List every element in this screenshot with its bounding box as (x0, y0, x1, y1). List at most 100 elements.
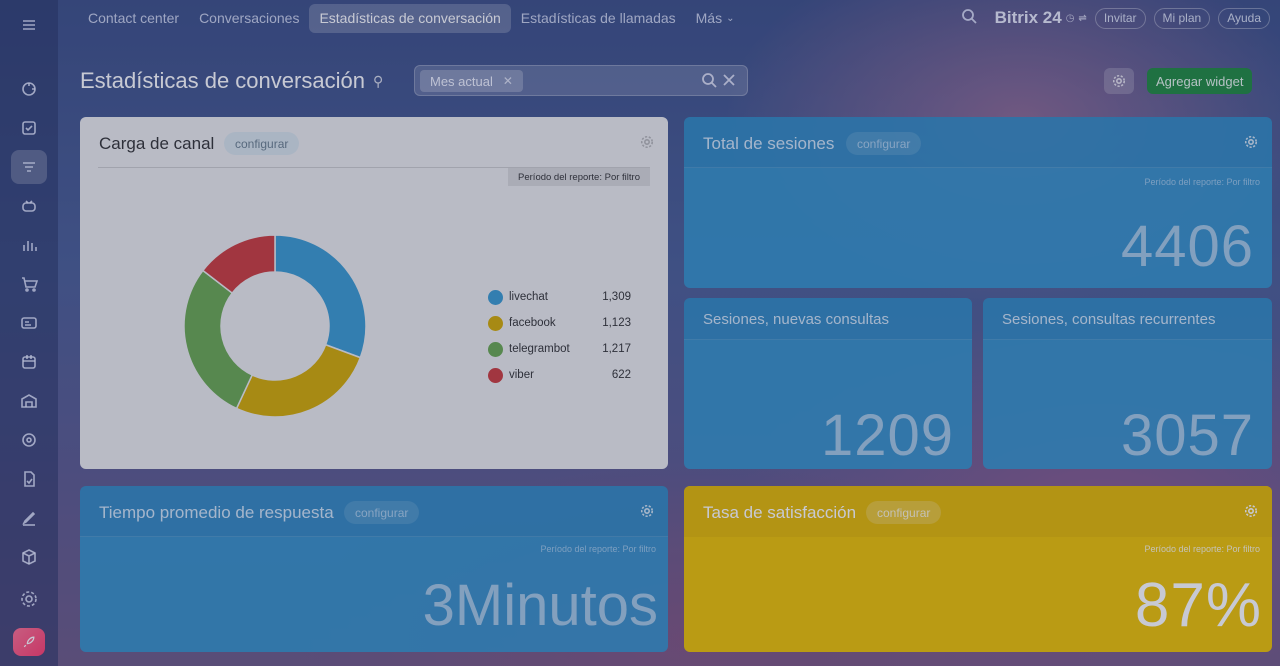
header-right: Bitrix 24 ◷ ⇌ Invitar Mi plan Ayuda (961, 6, 1270, 30)
donut-chart (183, 234, 367, 418)
add-widget-button[interactable]: Agregar widget (1147, 68, 1253, 94)
widget-title: Tiempo promedio de respuesta (99, 503, 334, 522)
legend-value: 1,217 (602, 343, 631, 355)
configure-button[interactable]: configurar (344, 501, 420, 524)
widget-title: Total de sesiones (703, 134, 835, 153)
left-sidebar (0, 0, 58, 666)
metric-value: 3Minutos (422, 573, 658, 638)
chevron-down-icon: ⌄ (726, 12, 735, 24)
pin-icon[interactable]: ⚲ (373, 73, 383, 90)
repeat-sessions-widget: Sesiones, consultas recurrentes 3057 (983, 298, 1272, 469)
legend-value: 1,309 (602, 291, 631, 303)
widget-header: Tasa de satisfacción configurar (684, 486, 1272, 537)
widget-title: Sesiones, consultas recurrentes (1002, 311, 1216, 328)
widget-title: Carga de canal (99, 134, 215, 153)
configure-button[interactable]: configurar (846, 132, 922, 155)
filter-tag[interactable]: Mes actual ✕ (420, 70, 523, 92)
remove-tag-icon[interactable]: ✕ (503, 74, 513, 88)
legend-value: 622 (611, 369, 631, 381)
total-sessions-widget: Total de sesiones configurar Período del… (684, 117, 1272, 288)
widget-title: Sesiones, nuevas consultas (703, 311, 889, 328)
legend-label: livechat (509, 291, 548, 303)
filter-bar[interactable]: Mes actual ✕ (414, 65, 748, 96)
satisfaction-widget: Tasa de satisfacción configurar Período … (684, 486, 1272, 652)
widget-header: Sesiones, consultas recurrentes (983, 298, 1272, 340)
gear-icon (1112, 74, 1126, 88)
search-icon[interactable] (961, 8, 977, 29)
avg-response-widget: Tiempo promedio de respuesta configurar … (80, 486, 668, 652)
settings-icon[interactable] (11, 582, 47, 616)
analytics-icon[interactable] (11, 228, 47, 262)
configure-button[interactable]: configurar (224, 132, 300, 155)
page-title: Estadísticas de conversación ⚲ (80, 68, 383, 94)
tab-call-stats[interactable]: Estadísticas de llamadas (511, 4, 686, 33)
page-title-text: Estadísticas de conversación (80, 68, 365, 93)
legend-swatch (488, 367, 503, 383)
chart-legend: livechat 1,309 facebook 1,123 telegrambo… (488, 284, 631, 388)
sliders-icon: ⇌ (1078, 12, 1087, 24)
report-period: Período del reporte: Por filtro (540, 544, 656, 554)
warehouse-icon[interactable] (11, 384, 47, 418)
metric-value: 3057 (1120, 403, 1254, 468)
metric-value: 87% (1134, 571, 1262, 640)
tab-more-label: Más (695, 10, 723, 26)
brand-name: Bitrix 24 (994, 8, 1062, 27)
channel-load-widget: Carga de canal configurar Período del re… (80, 117, 668, 469)
robot-icon[interactable] (11, 189, 47, 223)
metric-value: 4406 (1120, 214, 1254, 279)
menu-icon[interactable] (11, 8, 47, 42)
legend-label: telegrambot (509, 343, 570, 355)
configure-button[interactable]: configurar (866, 501, 942, 524)
contact-card-icon[interactable] (11, 306, 47, 340)
gear-icon[interactable] (640, 135, 654, 154)
legend-swatch (488, 289, 503, 305)
legend-label: viber (509, 369, 534, 381)
donut-slice-livechat[interactable] (274, 234, 367, 359)
report-period: Período del reporte: Por filtro (1144, 177, 1260, 187)
target-icon[interactable] (11, 423, 47, 457)
tab-conversations[interactable]: Conversaciones (189, 4, 309, 33)
tab-more[interactable]: Más ⌄ (686, 4, 745, 33)
filter-tag-label: Mes actual (430, 73, 493, 89)
pen-icon[interactable] (11, 501, 47, 535)
filter-actions (701, 72, 737, 92)
legend-label: facebook (509, 317, 556, 329)
gear-icon[interactable] (1244, 135, 1258, 154)
help-button[interactable]: Ayuda (1218, 7, 1270, 29)
filter-funnel-icon[interactable] (11, 150, 47, 184)
page-settings-button[interactable] (1104, 68, 1134, 94)
widget-header: Carga de canal configurar (80, 117, 668, 168)
tab-contact-center[interactable]: Contact center (78, 4, 189, 33)
widget-header: Total de sesiones configurar (684, 117, 1272, 168)
report-period: Período del reporte: Por filtro (508, 168, 650, 186)
activity-icon[interactable] (11, 72, 47, 106)
rocket-icon[interactable] (13, 628, 45, 656)
clock-icon: ◷ (1065, 12, 1075, 24)
donut-slice-facebook[interactable] (235, 343, 362, 418)
legend-value: 1,123 (602, 317, 631, 329)
invite-button[interactable]: Invitar (1094, 7, 1146, 29)
document-sign-icon[interactable] (11, 462, 47, 496)
legend-swatch (488, 315, 503, 331)
widget-header: Tiempo promedio de respuesta configurar (80, 486, 668, 537)
brand-logo[interactable]: Bitrix 24 ◷ ⇌ (995, 8, 1087, 28)
gear-icon[interactable] (640, 504, 654, 523)
clear-icon[interactable] (721, 72, 737, 92)
legend-item: telegrambot 1,217 (488, 336, 631, 362)
legend-item: viber 622 (488, 362, 631, 388)
tab-conversation-stats[interactable]: Estadísticas de conversación (309, 3, 511, 33)
cart-icon[interactable] (11, 267, 47, 301)
calendar-icon[interactable] (11, 345, 47, 379)
widget-title: Tasa de satisfacción (703, 503, 857, 522)
new-sessions-widget: Sesiones, nuevas consultas 1209 (684, 298, 972, 469)
search-icon[interactable] (701, 72, 717, 92)
widget-header: Sesiones, nuevas consultas (684, 298, 972, 340)
gear-icon[interactable] (1244, 504, 1258, 523)
my-plan-button[interactable]: Mi plan (1153, 7, 1211, 29)
tasks-icon[interactable] (11, 111, 47, 145)
report-period: Período del reporte: Por filtro (1144, 544, 1260, 554)
metric-value: 1209 (820, 403, 954, 468)
package-icon[interactable] (11, 540, 47, 574)
legend-item: livechat 1,309 (488, 284, 631, 310)
donut-slice-telegrambot[interactable] (183, 269, 254, 410)
